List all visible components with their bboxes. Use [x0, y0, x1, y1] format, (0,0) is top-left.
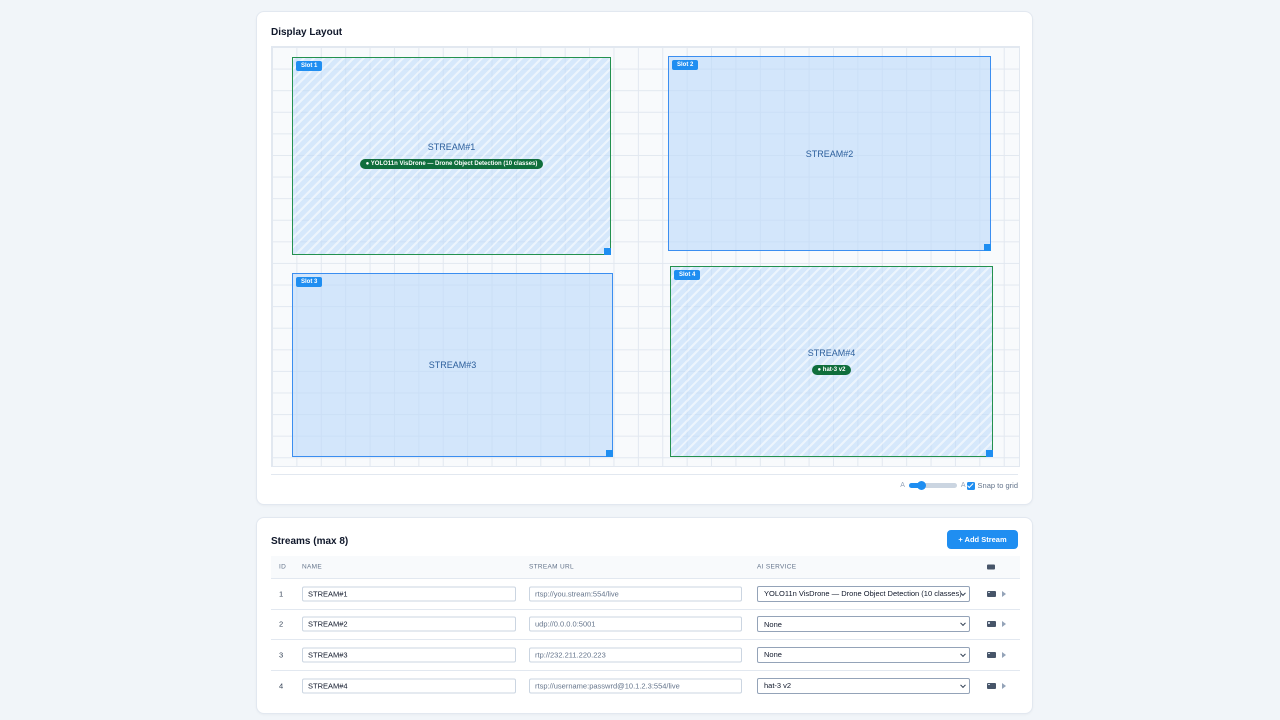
- ai-service-value: hat-3 v2: [764, 681, 792, 691]
- display-layout-title: Display Layout: [271, 27, 343, 38]
- add-stream-button[interactable]: + Add Stream: [947, 530, 1018, 549]
- row-actions: [987, 651, 1006, 658]
- zoom-slider-thumb[interactable]: [917, 481, 927, 490]
- ai-service-select[interactable]: YOLO11n VisDrone — Drone Object Detectio…: [757, 585, 970, 602]
- snap-to-grid-checkbox[interactable]: [966, 481, 975, 490]
- header-actions: [987, 564, 995, 570]
- resize-handle[interactable]: [986, 450, 993, 457]
- canvas-divider: [271, 474, 1018, 475]
- stream-name-input[interactable]: STREAM#1: [302, 586, 516, 602]
- header-ai-service: AI SERVICE: [757, 563, 797, 571]
- row-actions: [987, 590, 1006, 597]
- slot-stream-name: STREAM#3: [428, 360, 477, 370]
- resize-handle[interactable]: [984, 244, 991, 251]
- header-name: NAME: [302, 563, 322, 571]
- stream-url-input[interactable]: udp://0.0.0.0:5001: [529, 616, 742, 632]
- slot-2[interactable]: Slot 2 STREAM#2: [668, 56, 991, 251]
- streams-table: ID NAME STREAM URL AI SERVICE 1 STREAM#1…: [271, 556, 1020, 701]
- streams-title: Streams (max 8): [271, 536, 349, 547]
- ai-service-chip: ● hat-3 v2: [811, 364, 852, 375]
- ai-service-chip: ● YOLO11n VisDrone — Drone Object Detect…: [359, 159, 544, 169]
- stream-name-input[interactable]: STREAM#2: [302, 616, 516, 632]
- ai-service-select[interactable]: None: [757, 616, 970, 633]
- zoom-min-label: A: [900, 482, 905, 489]
- display-layout-card: Display Layout Slot 1 STREAM#1 ● YOLO11n…: [256, 11, 1033, 505]
- camera-icon[interactable]: [987, 682, 996, 689]
- ai-service-value: None: [764, 650, 782, 660]
- chevron-down-icon: [960, 651, 966, 657]
- ai-service-value: None: [764, 619, 782, 629]
- header-id: ID: [279, 563, 287, 571]
- play-icon[interactable]: [1002, 651, 1006, 658]
- chevron-down-icon: [960, 590, 966, 596]
- play-icon[interactable]: [1002, 621, 1006, 628]
- slot-4[interactable]: Slot 4 STREAM#4 ● hat-3 v2: [670, 266, 993, 457]
- header-url: STREAM URL: [529, 563, 574, 571]
- chevron-down-icon: [960, 620, 966, 627]
- layout-canvas[interactable]: Slot 1 STREAM#1 ● YOLO11n VisDrone — Dro…: [271, 46, 1020, 467]
- row-actions: [987, 621, 1006, 628]
- zoom-max-label: A: [960, 482, 966, 489]
- camera-icon[interactable]: [987, 590, 996, 597]
- camera-icon[interactable]: [987, 621, 996, 628]
- row-id: 3: [279, 650, 284, 660]
- slot-badge: Slot 3: [296, 277, 323, 287]
- zoom-controls: A A Snap to grid: [900, 481, 1018, 490]
- row-id: 1: [279, 589, 284, 599]
- ai-service-select[interactable]: hat-3 v2: [757, 677, 970, 694]
- slot-stream-name: STREAM#1: [427, 142, 476, 152]
- ai-service-value: YOLO11n VisDrone — Drone Object Detectio…: [764, 589, 962, 599]
- slot-content: STREAM#3: [293, 360, 612, 370]
- table-row: 2 STREAM#2 udp://0.0.0.0:5001 None: [271, 610, 1020, 640]
- resize-handle[interactable]: [606, 450, 613, 457]
- snap-to-grid-label: Snap to grid: [977, 481, 1018, 490]
- stream-url-input[interactable]: rtsp://you.stream:554/live: [529, 586, 742, 602]
- camera-icon: [987, 564, 995, 570]
- slot-content: STREAM#1 ● YOLO11n VisDrone — Drone Obje…: [293, 142, 610, 170]
- stream-url-input[interactable]: rtsp://username:passwrd@10.1.2.3:554/liv…: [529, 678, 742, 694]
- slot-1[interactable]: Slot 1 STREAM#1 ● YOLO11n VisDrone — Dro…: [292, 57, 611, 255]
- stream-url-input[interactable]: rtp://232.211.220.223: [529, 647, 742, 663]
- table-header: ID NAME STREAM URL AI SERVICE: [271, 556, 1020, 579]
- table-row: 3 STREAM#3 rtp://232.211.220.223 None: [271, 640, 1020, 671]
- stream-name-input[interactable]: STREAM#3: [302, 647, 516, 663]
- play-icon[interactable]: [1002, 590, 1006, 597]
- camera-icon[interactable]: [987, 651, 996, 658]
- slot-content: STREAM#2: [669, 149, 990, 159]
- slot-stream-name: STREAM#2: [805, 148, 854, 159]
- slot-content: STREAM#4 ● hat-3 v2: [671, 348, 992, 376]
- stream-name-input[interactable]: STREAM#4: [302, 678, 516, 694]
- row-id: 2: [279, 619, 284, 629]
- play-icon[interactable]: [1002, 682, 1006, 689]
- zoom-slider[interactable]: [908, 481, 957, 490]
- chevron-down-icon: [960, 682, 966, 688]
- slot-badge: Slot 1: [296, 61, 323, 71]
- row-id: 4: [279, 681, 284, 691]
- slot-badge: Slot 4: [674, 270, 701, 280]
- resize-handle[interactable]: [604, 248, 611, 255]
- row-actions: [987, 682, 1006, 689]
- slot-3[interactable]: Slot 3 STREAM#3: [292, 273, 613, 457]
- slot-stream-name: STREAM#4: [807, 347, 856, 358]
- ai-service-select[interactable]: None: [757, 646, 970, 663]
- streams-card: Streams (max 8) + Add Stream ID NAME STR…: [256, 517, 1033, 714]
- table-row: 1 STREAM#1 rtsp://you.stream:554/live YO…: [271, 579, 1020, 610]
- slot-badge: Slot 2: [672, 60, 699, 70]
- table-row: 4 STREAM#4 rtsp://username:passwrd@10.1.…: [271, 671, 1020, 702]
